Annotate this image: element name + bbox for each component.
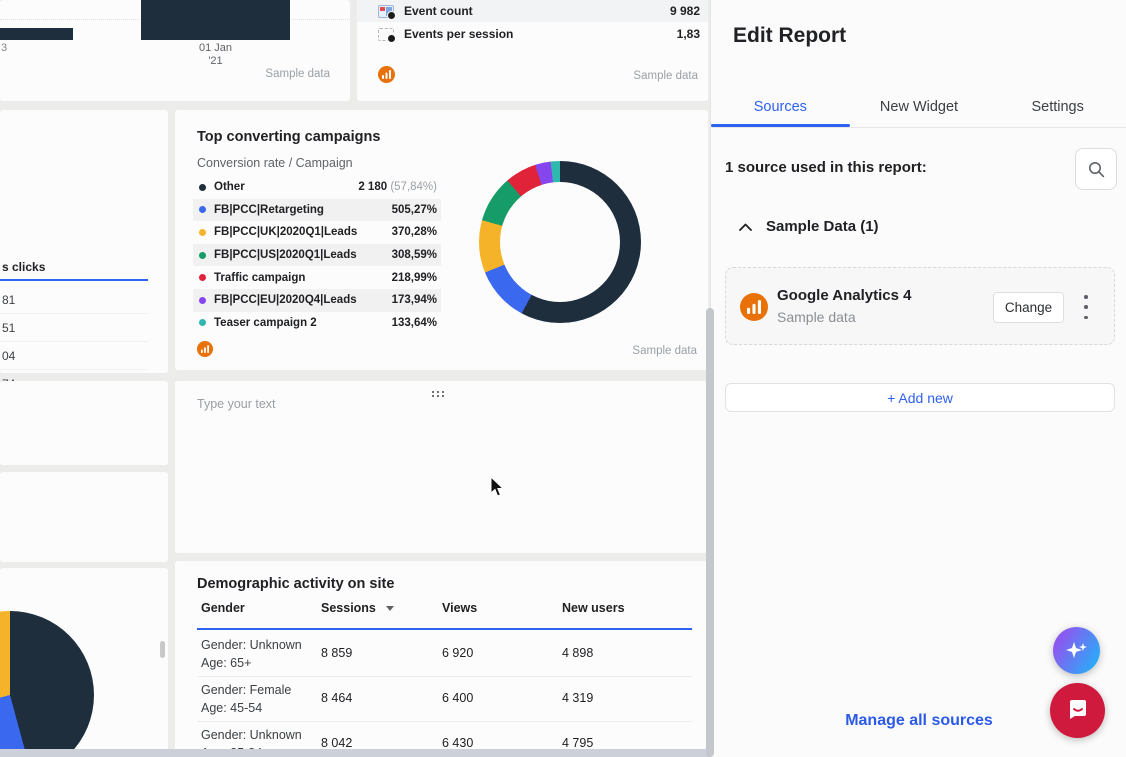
metric-row[interactable]: Event count 9 982 [357,0,708,22]
legend-item[interactable]: Teaser campaign 2 133,64% [193,312,441,335]
search-button[interactable] [1075,148,1117,190]
legend-item[interactable]: FB|PCC|EU|2020Q4|Leads 173,94% [193,289,441,312]
sparkle-icon [1064,638,1090,664]
table-header-rule [0,279,148,281]
table-row: Gender: Female Age: 45-54 8 464 6 400 4 … [197,677,692,722]
sample-data-label: Sample data [265,68,330,80]
column-header-new-users[interactable]: New users [562,601,625,615]
chart-legend: Other 2 180 (57,84%) FB|PCC|Retargeting … [193,176,441,334]
google-analytics-icon [378,66,395,83]
widget-empty[interactable] [0,381,168,465]
table-row: 04 [0,342,148,370]
search-icon [1088,161,1105,178]
panel-tabs: Sources New Widget Settings [711,88,1126,125]
column-header-clicks: s clicks [2,260,45,274]
add-new-source-button[interactable]: + Add new [725,383,1115,412]
x-axis-label: 01 Jan '21 [141,42,290,68]
widget-text[interactable]: Type your text [175,381,708,553]
widget-metrics[interactable]: Event count 9 982 Events per session 1,8… [357,0,708,101]
tab-new-widget[interactable]: New Widget [850,88,989,125]
report-editor-app: 3 01 Jan '21 Sample data Event count 9 9… [0,0,1126,757]
legend-color-dot [199,252,206,259]
vertical-scrollbar-thumb[interactable] [706,308,714,757]
legend-color-dot [199,184,206,191]
google-analytics-icon [197,341,213,357]
calendar-clock-icon [378,28,394,41]
horizontal-scrollbar-track[interactable] [0,749,710,757]
bar-segment [141,0,290,40]
google-analytics-icon [740,293,768,321]
metric-value: 9 982 [670,4,700,18]
table-clock-icon [378,5,394,18]
source-group-toggle[interactable]: Sample Data (1) [739,218,879,235]
source-group-label: Sample Data (1) [766,218,879,235]
column-header-views[interactable]: Views [442,601,477,615]
source-card-google-analytics[interactable]: Google Analytics 4 Sample data Change [725,267,1115,345]
metric-value: 1,83 [677,27,700,41]
metric-row[interactable]: Events per session 1,83 [357,22,708,46]
widget-title: Top converting campaigns [197,129,380,145]
tab-sources[interactable]: Sources [711,88,850,125]
legend-color-dot [199,229,206,236]
tab-settings[interactable]: Settings [988,88,1126,125]
legend-item[interactable]: FB|PCC|US|2020Q1|Leads 308,59% [193,244,441,267]
donut-chart [479,161,641,323]
widget-clicks-table[interactable]: s clicks 81 51 04 74 36 32 Sample data [0,110,168,373]
ai-assistant-button[interactable] [1053,627,1100,674]
metric-label: Event count [404,4,473,18]
legend-item[interactable]: FB|PCC|UK|2020Q1|Leads 370,28% [193,221,441,244]
legend-item[interactable]: Traffic campaign 218,99% [193,266,441,289]
y-axis-tick: 3 [1,42,7,54]
source-name: Google Analytics 4 [777,287,911,304]
table-row: Gender: Unknown Age: 65+ 8 859 6 920 4 8… [197,632,692,677]
bar-segment [0,28,73,40]
divider [711,127,1126,128]
edit-report-panel: Edit Report Sources New Widget Settings … [710,0,1126,757]
widget-top-converting-campaigns[interactable]: Top converting campaigns Conversion rate… [175,110,708,370]
column-header-gender[interactable]: Gender [201,601,245,615]
pie-chart [0,611,94,757]
metric-label: Events per session [404,27,513,41]
legend-color-dot [199,274,206,281]
column-header-sessions[interactable]: Sessions [321,601,394,615]
widget-empty[interactable] [0,472,168,562]
sources-count-heading: 1 source used in this report: [725,159,927,176]
chat-bubble-icon [1064,697,1092,725]
legend-item[interactable]: FB|PCC|Retargeting 505,27% [193,199,441,222]
widget-subtitle: Conversion rate / Campaign [197,156,353,170]
change-source-button[interactable]: Change [993,292,1064,323]
widget-pie-chart[interactable] [0,568,168,757]
panel-title: Edit Report [733,24,846,48]
legend-color-dot [199,206,206,213]
table-row: 51 [0,314,148,342]
legend-percent: (57,84%) [390,181,437,193]
legend-color-dot [199,319,206,326]
sample-data-label: Sample data [633,70,698,82]
chevron-up-icon [739,223,752,231]
text-widget-placeholder[interactable]: Type your text [197,397,276,411]
widget-timeline-chart[interactable]: 3 01 Jan '21 Sample data [0,0,350,101]
sample-data-label: Sample data [632,345,697,357]
widget-scrollbar-thumb[interactable] [160,641,165,658]
source-subtitle: Sample data [777,309,856,325]
mouse-cursor [490,476,505,503]
sort-desc-icon [386,606,394,611]
widget-demographics-table[interactable]: Demographic activity on site Gender Sess… [175,561,708,757]
table-row: 81 [0,286,148,314]
legend-item[interactable]: Other 2 180 (57,84%) [193,176,441,199]
legend-color-dot [199,297,206,304]
widget-title: Demographic activity on site [197,576,394,592]
more-options-icon[interactable] [1079,295,1093,319]
drag-handle-icon[interactable] [432,391,446,398]
chat-support-button[interactable] [1050,683,1105,738]
table-header-rule [197,628,692,630]
